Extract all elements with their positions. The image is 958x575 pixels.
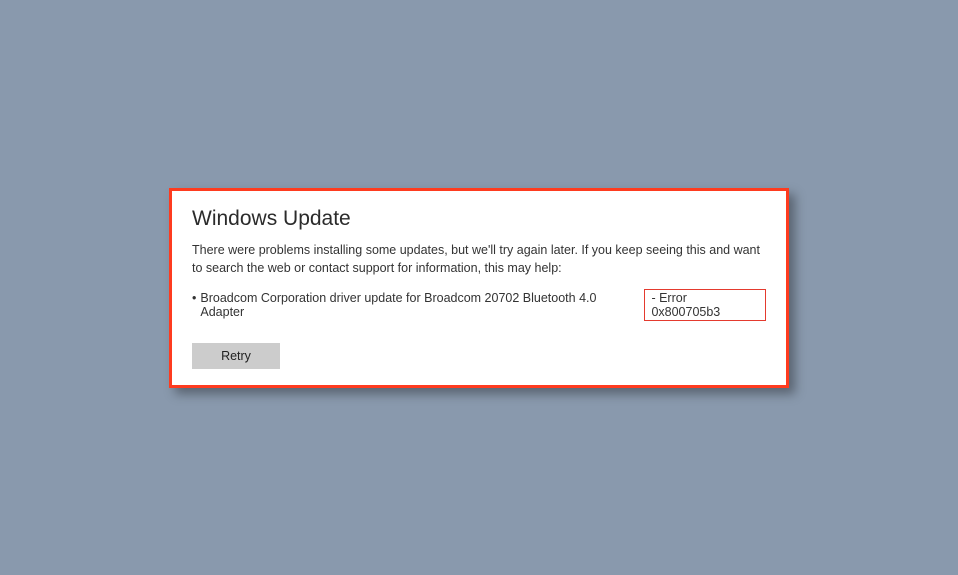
retry-button[interactable]: Retry (192, 343, 280, 369)
bullet-icon: • (192, 291, 196, 305)
error-code-highlight: - Error 0x800705b3 (644, 289, 766, 321)
dialog-message: There were problems installing some upda… (192, 241, 766, 277)
error-code: Error 0x800705b3 (651, 291, 720, 319)
spacer (192, 325, 766, 343)
error-sep: - (651, 291, 659, 305)
update-description: Broadcom Corporation driver update for B… (200, 291, 642, 319)
dialog-title: Windows Update (192, 207, 766, 231)
dialog-panel: Windows Update There were problems insta… (169, 188, 789, 388)
windows-update-dialog: Windows Update There were problems insta… (169, 188, 789, 388)
update-item-row: • Broadcom Corporation driver update for… (192, 289, 766, 321)
